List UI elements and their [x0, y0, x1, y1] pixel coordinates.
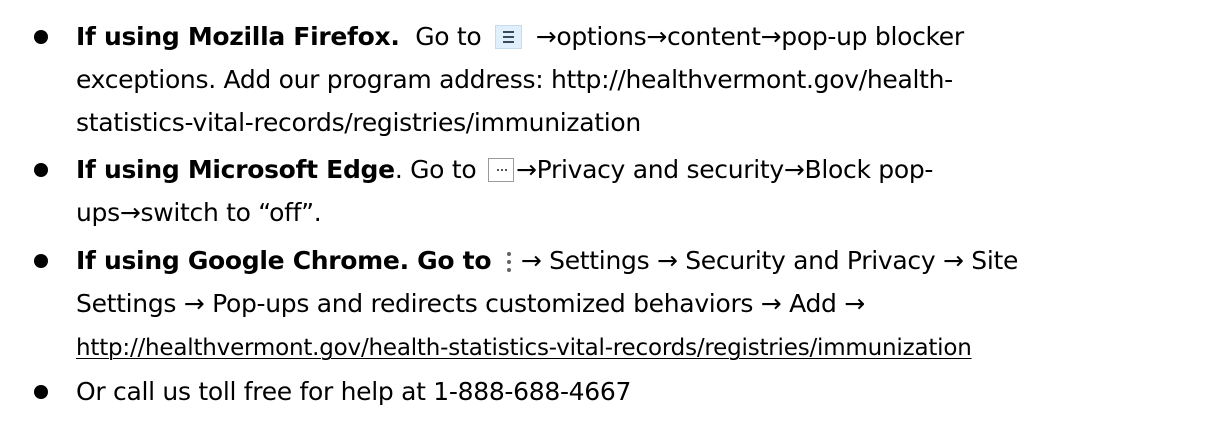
- bullet: [34, 254, 48, 268]
- instructions-document: If using Mozilla Firefox. Go to →options…: [0, 0, 1209, 421]
- firefox-label: If using Mozilla Firefox.: [76, 22, 400, 51]
- bullet: [34, 163, 48, 177]
- edge-steps: →Privacy and security→Block pop-: [515, 155, 934, 184]
- phone-text: Or call us toll free for help at 1-888-6…: [76, 377, 632, 406]
- ellipsis-menu-icon: [487, 158, 514, 182]
- hamburger-menu-icon: [495, 25, 523, 49]
- chrome-line-2: Settings → Pop-ups and redirects customi…: [76, 289, 865, 318]
- edge-line-2: ups→switch to “off”.: [76, 198, 322, 227]
- edge-go-to: . Go to: [394, 155, 477, 184]
- chrome-steps: → Settings → Security and Privacy → Site: [520, 246, 1019, 275]
- kebab-menu-icon: [505, 251, 513, 273]
- firefox-go-to: Go to: [415, 22, 482, 51]
- bullet: [34, 385, 48, 399]
- firefox-line-2: exceptions. Add our program address: htt…: [76, 65, 953, 94]
- bullet: [34, 30, 48, 44]
- firefox-line-3: statistics-vital-records/registries/immu…: [76, 108, 641, 137]
- chrome-label: If using Google Chrome. Go to: [76, 246, 492, 275]
- edge-label: If using Microsoft Edge: [76, 155, 395, 184]
- firefox-steps: →options→content→pop-up blocker: [535, 22, 964, 51]
- immunization-link[interactable]: http://healthvermont.gov/health-statisti…: [76, 335, 972, 361]
